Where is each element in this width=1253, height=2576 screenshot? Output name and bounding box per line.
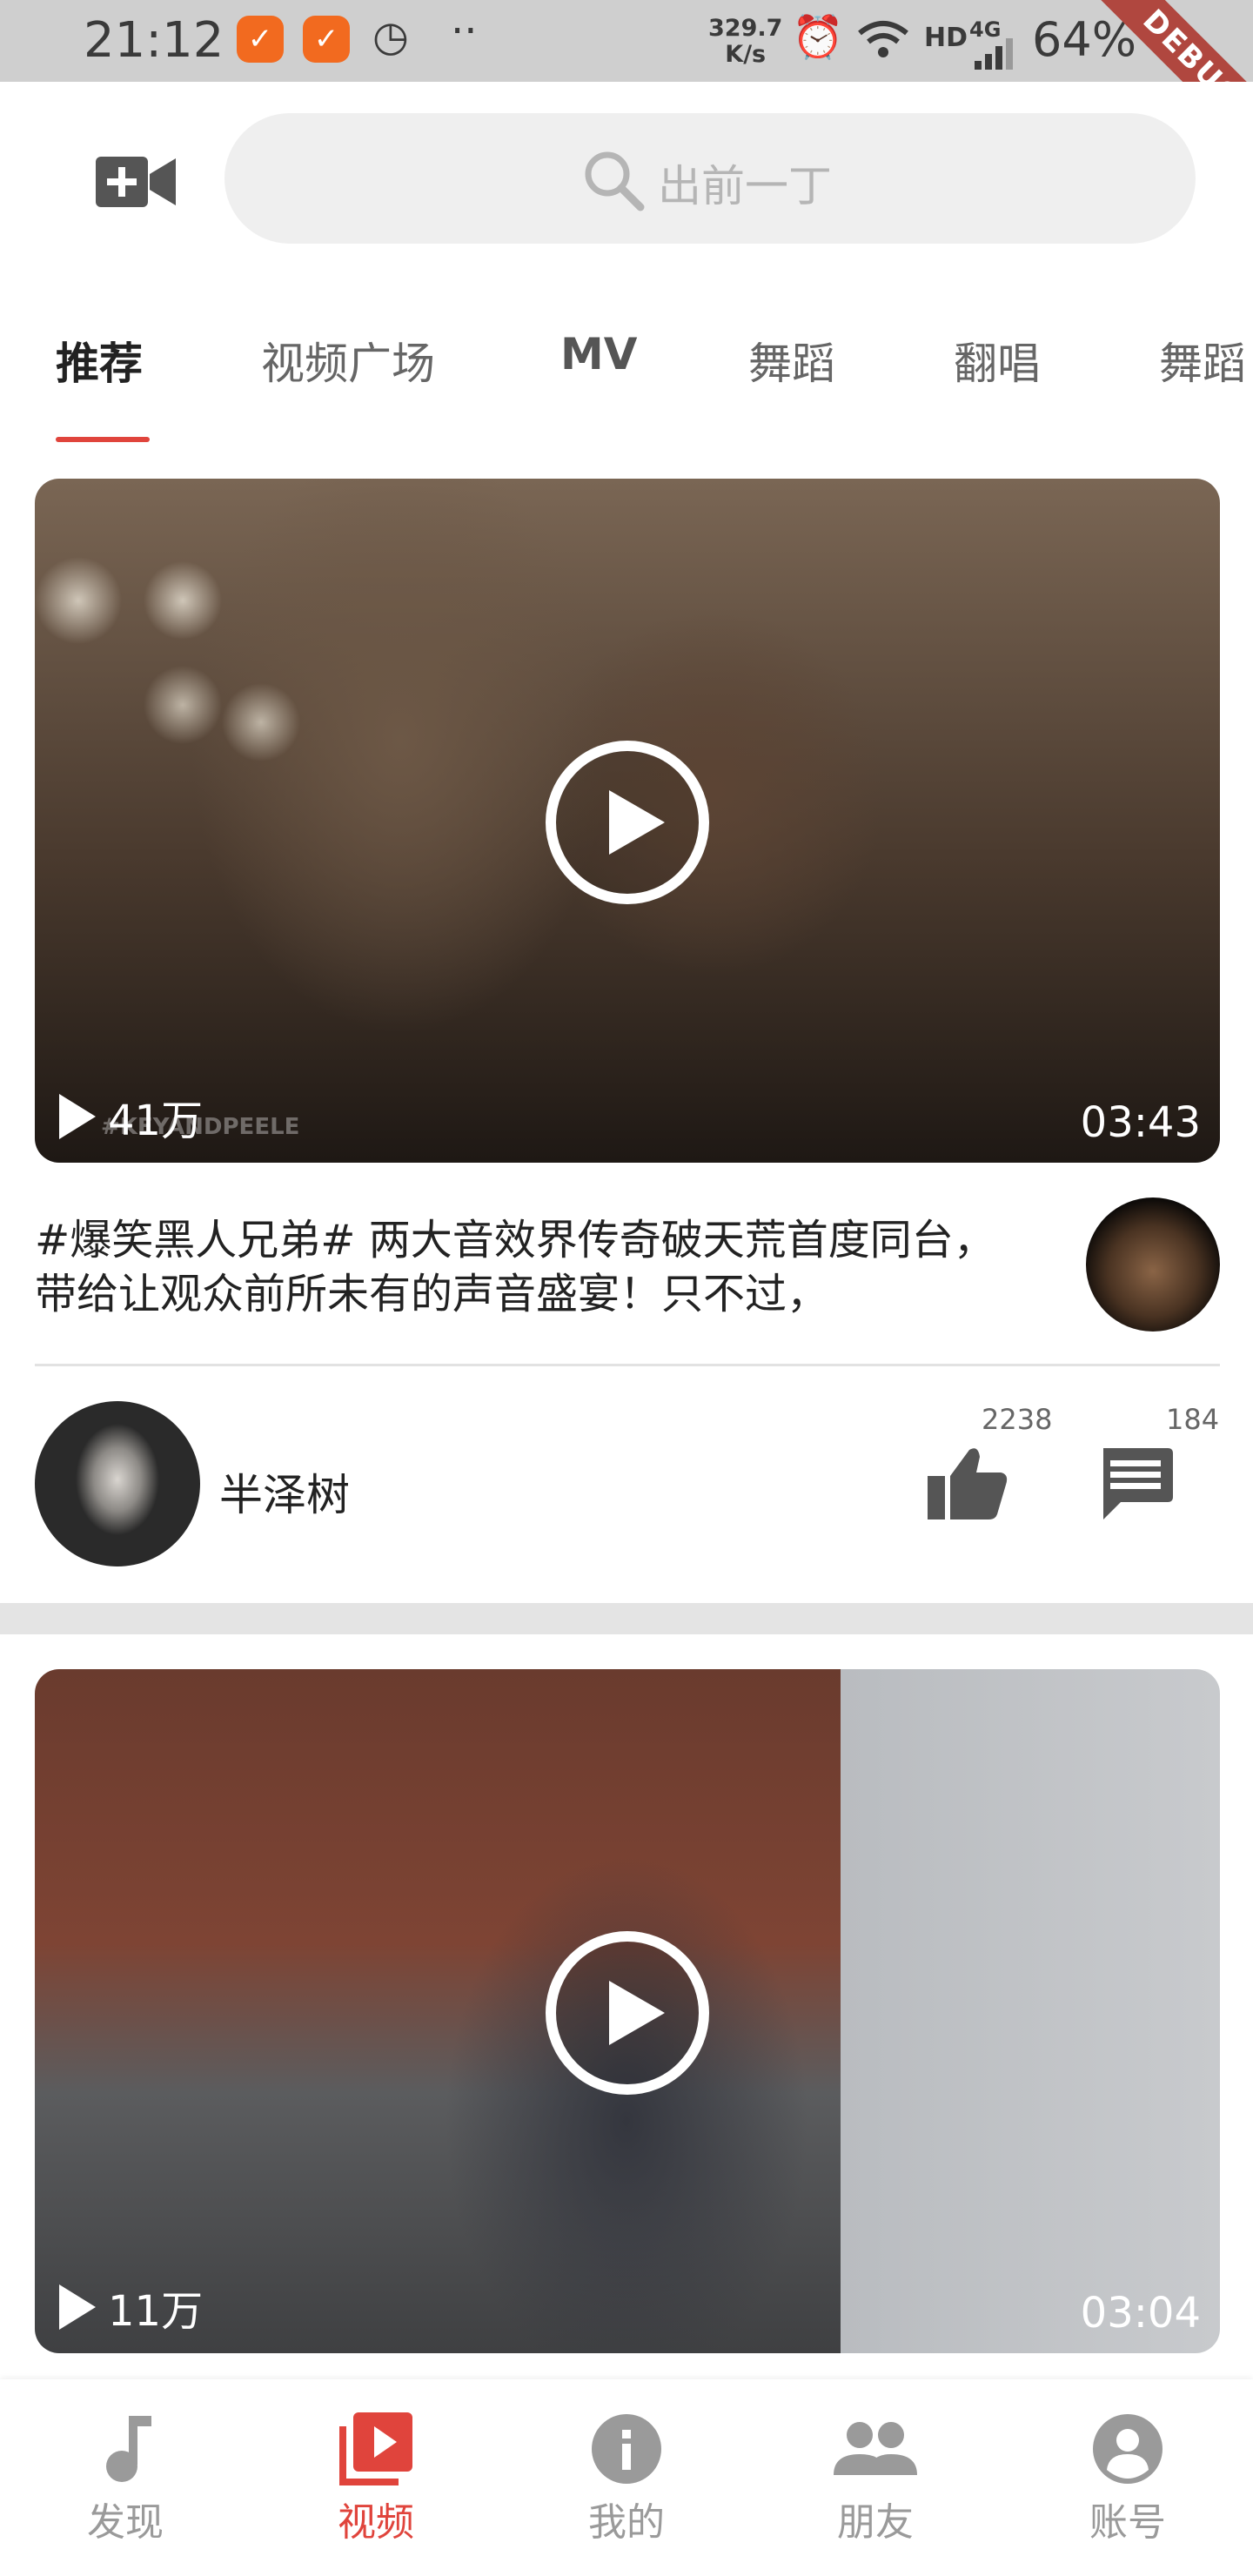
app-notification-icon: ✓: [303, 16, 350, 63]
nav-video[interactable]: 视频: [289, 2412, 463, 2546]
hd-indicator: HD: [924, 23, 968, 53]
music-note-icon: [106, 2416, 151, 2482]
tab-dance-2[interactable]: 舞蹈: [1159, 329, 1246, 392]
video-library-icon: [339, 2412, 412, 2485]
tab-dance[interactable]: 舞蹈: [748, 329, 835, 392]
nav-discover[interactable]: 发现: [38, 2412, 212, 2546]
alarm-icon: ⏰: [792, 13, 844, 62]
video-description[interactable]: #爆笑黑人兄弟# 两大音效界传奇破天荒首度同台，带给让观众前所未有的声音盛宴！只…: [35, 1213, 1009, 1321]
view-count: 41万: [59, 1086, 203, 1147]
video-add-icon[interactable]: [96, 155, 176, 209]
status-time: 21:12: [84, 12, 224, 69]
comment-icon[interactable]: [1098, 1448, 1173, 1519]
music-disc-avatar[interactable]: [1086, 1197, 1220, 1332]
category-tabs: 推荐 视频广场 MV 舞蹈 翻唱 舞蹈: [0, 277, 1253, 451]
search-icon: [585, 151, 645, 211]
view-count: 11万: [59, 2277, 203, 2338]
video-duration: 03:43: [1080, 1098, 1201, 1147]
thumb-up-icon[interactable]: [928, 1445, 1008, 1519]
tab-cover[interactable]: 翻唱: [954, 329, 1041, 392]
bottom-navigation: 发现 视频 我的 朋友 账号: [0, 2379, 1253, 2576]
play-button-icon[interactable]: [545, 1930, 710, 2096]
tab-video-square[interactable]: 视频广场: [261, 329, 435, 392]
like-count: 2238: [982, 1403, 1053, 1436]
network-speed: 329.7 K/s: [708, 15, 783, 68]
nav-friends[interactable]: 朋友: [788, 2412, 962, 2546]
account-icon: [1093, 2414, 1163, 2484]
author-name[interactable]: 半泽树: [219, 1460, 350, 1523]
info-icon: [592, 2414, 661, 2484]
status-bar: 21:12 ✓ ✓ ◷ ·· 329.7 K/s ⏰ HD 4G 64% DEB…: [0, 0, 1253, 82]
nav-account[interactable]: 账号: [1041, 2412, 1215, 2546]
app-header: 出前一丁: [0, 82, 1253, 277]
video-duration: 03:04: [1080, 2289, 1201, 2338]
video-thumbnail[interactable]: 11万 03:04: [35, 1669, 1220, 2353]
video-thumbnail[interactable]: #KEYANDPEELE 41万 03:43: [35, 479, 1220, 1163]
search-placeholder: 出前一丁: [658, 161, 832, 211]
play-button-icon[interactable]: [545, 740, 710, 905]
wifi-icon: [858, 21, 908, 57]
play-small-icon: [59, 1094, 96, 1139]
author-avatar[interactable]: [35, 1401, 200, 1566]
comment-count: 184: [1166, 1403, 1220, 1436]
tab-indicator: [56, 437, 150, 442]
signal-icon: [975, 38, 1013, 70]
tab-mv[interactable]: MV: [560, 329, 637, 379]
more-dots-icon: ··: [451, 7, 478, 56]
app-notification-icon: ✓: [237, 16, 284, 63]
tab-recommend[interactable]: 推荐: [56, 329, 143, 392]
search-bar[interactable]: 出前一丁: [224, 113, 1196, 244]
people-icon: [834, 2422, 917, 2475]
divider: [35, 1364, 1220, 1366]
timer-icon: ◷: [372, 12, 409, 61]
play-small-icon: [59, 2284, 96, 2330]
card-separator: [0, 1603, 1253, 1634]
nav-mine[interactable]: 我的: [539, 2412, 714, 2546]
